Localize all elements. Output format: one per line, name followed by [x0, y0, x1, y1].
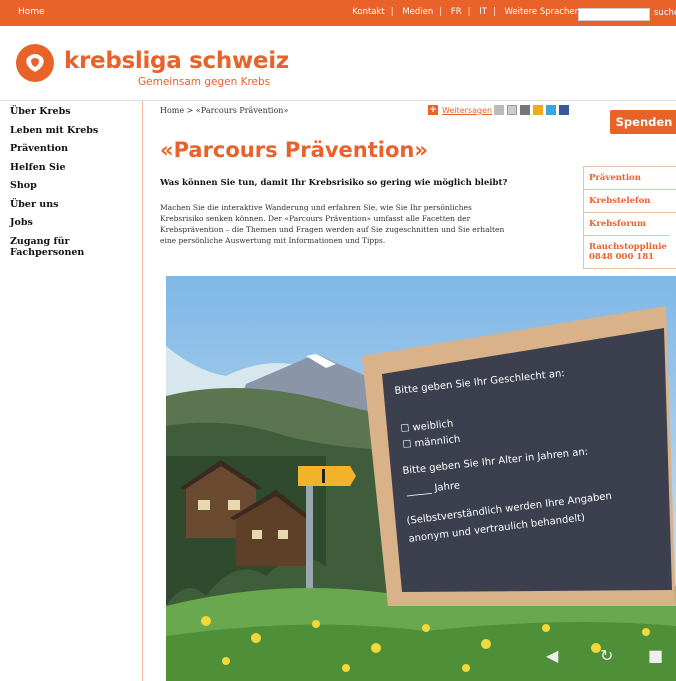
- left-navigation: Über Krebs Leben mit Krebs Prävention He…: [10, 106, 138, 258]
- sound-icon[interactable]: ◀: [546, 646, 558, 665]
- scene-illustration: [166, 276, 676, 681]
- site-header: krebsliga schweiz Gemeinsam gegen Krebs: [0, 26, 676, 100]
- rss-icon[interactable]: [533, 105, 543, 115]
- breadcrumb[interactable]: Home > «Parcours Prävention»: [160, 106, 288, 115]
- share-icons: [494, 105, 569, 116]
- search-input[interactable]: [578, 8, 650, 21]
- share-plus-icon[interactable]: +: [428, 105, 438, 115]
- sidebar-item-krebstelefon[interactable]: Krebstelefon: [584, 189, 676, 212]
- logo-icon[interactable]: [16, 44, 54, 82]
- page-subheading: Was können Sie tun, damit Ihr Krebsrisik…: [160, 178, 508, 188]
- nav-kontakt[interactable]: Kontakt: [352, 7, 385, 17]
- nav-medien[interactable]: Medien: [402, 7, 433, 17]
- nav-weitere-sprachen[interactable]: Weitere Sprachen: [505, 7, 580, 17]
- leftnav-item-ueber-krebs[interactable]: Über Krebs: [10, 106, 138, 125]
- home-link[interactable]: Home: [18, 7, 45, 17]
- sidebar-item-krebsforum[interactable]: Krebsforum: [584, 212, 676, 235]
- parcours-scene[interactable]: Bitte geben Sie Ihr Geschlecht an: ☐ wei…: [166, 276, 676, 681]
- logo-name[interactable]: krebsliga schweiz: [64, 48, 289, 74]
- leftnav-item-shop[interactable]: Shop: [10, 180, 138, 199]
- reload-icon[interactable]: ↻: [600, 646, 613, 665]
- separator-icon: [494, 105, 504, 115]
- twitter-icon[interactable]: [546, 105, 556, 115]
- leftnav-item-praevention[interactable]: Prävention: [10, 143, 138, 162]
- share-link[interactable]: Weitersagen: [442, 106, 492, 115]
- search-label[interactable]: suche: [654, 8, 676, 18]
- leftnav-item-helfen-sie[interactable]: Helfen Sie: [10, 162, 138, 181]
- sidebar-item-rauchstopplinie[interactable]: Rauchstopplinie 0848 000 181: [584, 235, 669, 268]
- leftnav-item-leben-mit-krebs[interactable]: Leben mit Krebs: [10, 125, 138, 144]
- leftnav-item-ueber-uns[interactable]: Über uns: [10, 199, 138, 218]
- page-intro-text: Machen Sie die interaktive Wanderung und…: [160, 203, 505, 245]
- trash-icon[interactable]: ■: [648, 646, 663, 665]
- print-icon[interactable]: [520, 105, 530, 115]
- sidebar-links: Prävention Krebstelefon Krebsforum Rauch…: [583, 166, 676, 269]
- header-divider: [0, 100, 676, 101]
- leftnav-item-fachpersonen[interactable]: Zugang für Fachpersonen: [10, 236, 138, 258]
- nav-fr[interactable]: FR: [451, 7, 462, 17]
- leftnav-item-jobs[interactable]: Jobs: [10, 217, 138, 236]
- content-divider: [142, 101, 143, 681]
- top-bar: Home Kontakt | Medien | FR | IT | Weitere Sp…: [0, 0, 676, 26]
- donate-button[interactable]: Spenden: [610, 110, 676, 134]
- email-icon[interactable]: [507, 105, 517, 115]
- nav-it[interactable]: IT: [479, 7, 487, 17]
- logo-tagline: Gemeinsam gegen Krebs: [138, 76, 271, 88]
- top-nav: Kontakt | Medien | FR | IT | Weitere Sprache…: [352, 7, 580, 17]
- facebook-icon[interactable]: [559, 105, 569, 115]
- page-title: «Parcours Prävention»: [160, 138, 428, 162]
- sidebar-item-praevention[interactable]: Prävention: [584, 166, 676, 189]
